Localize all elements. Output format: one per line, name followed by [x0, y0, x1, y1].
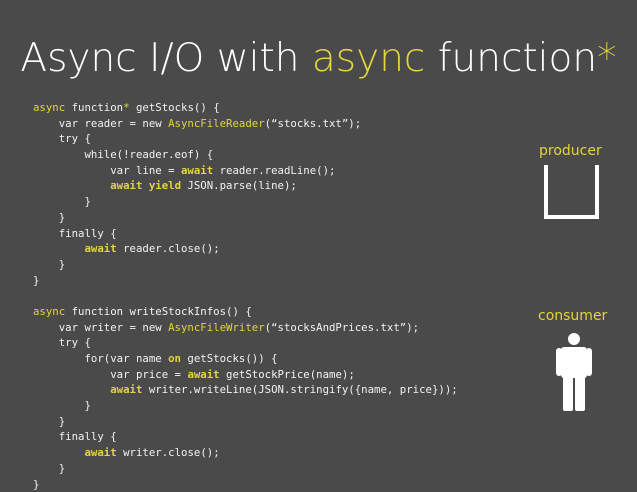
code-keyword: AsyncFileReader [168, 117, 265, 130]
code-keyword: await [84, 446, 116, 459]
code-text [33, 242, 84, 255]
code-text: reader.readLine(); [213, 164, 335, 177]
code-text: var reader = new [33, 117, 168, 130]
code-keyword: await yield [110, 179, 181, 192]
code-keyword: await [181, 164, 213, 177]
person-icon [556, 333, 592, 411]
code-keyword: await [84, 242, 116, 255]
code-line [33, 288, 458, 304]
code-line: } [33, 257, 458, 273]
code-text: getStocks()) { [181, 352, 278, 365]
code-text: getStocks() { [130, 101, 220, 114]
code-text: writer.close(); [117, 446, 220, 459]
code-keyword: async [33, 305, 65, 318]
code-line: var price = await getStockPrice(name); [33, 367, 458, 383]
code-line: } [33, 273, 458, 289]
code-text: reader.close(); [117, 242, 220, 255]
code-text: } [33, 195, 91, 208]
code-keyword: await [187, 368, 219, 381]
code-line: while(!reader.eof) { [33, 147, 458, 163]
code-line: await writer.close(); [33, 445, 458, 461]
title-part1: Async I/O with [20, 36, 312, 81]
code-text: for(var name [33, 352, 168, 365]
producer-label: producer [539, 143, 602, 159]
code-text: } [33, 211, 65, 224]
code-line: async function* getStocks() { [33, 100, 458, 116]
code-text: } [33, 415, 65, 428]
title-part2: function [425, 36, 597, 81]
code-text: var line = [33, 164, 181, 177]
code-line: } [33, 414, 458, 430]
code-text: (“stocksAndPrices.txt”); [265, 321, 419, 334]
code-text: try { [33, 336, 91, 349]
title-star: * [597, 36, 617, 81]
code-line: try { [33, 131, 458, 147]
code-text: function [65, 101, 123, 114]
code-text: try { [33, 132, 91, 145]
code-text: (“stocks.txt”); [265, 117, 362, 130]
code-keyword: on [168, 352, 181, 365]
code-text: finally { [33, 227, 117, 240]
code-keyword: async [33, 101, 65, 114]
code-text [33, 446, 84, 459]
code-text: var price = [33, 368, 187, 381]
code-line: var reader = new AsyncFileReader(“stocks… [33, 116, 458, 132]
code-text: function writeStockInfos() { [65, 305, 252, 318]
code-line: finally { [33, 429, 458, 445]
code-line: finally { [33, 226, 458, 242]
code-text: } [33, 462, 65, 475]
consumer-label: consumer [538, 308, 607, 324]
code-line: await yield JSON.parse(line); [33, 178, 458, 194]
title-highlight: async [312, 36, 425, 81]
code-text: var writer = new [33, 321, 168, 334]
code-line: try { [33, 335, 458, 351]
code-text: } [33, 478, 39, 491]
code-text [33, 383, 110, 396]
code-keyword: await [110, 383, 142, 396]
code-line: } [33, 461, 458, 477]
code-text: finally { [33, 430, 117, 443]
code-line: } [33, 477, 458, 492]
code-line: await reader.close(); [33, 241, 458, 257]
code-line: var writer = new AsyncFileWriter(“stocks… [33, 320, 458, 336]
code-text: JSON.parse(line); [181, 179, 297, 192]
code-text: } [33, 399, 91, 412]
code-line: for(var name on getStocks()) { [33, 351, 458, 367]
code-keyword: AsyncFileWriter [168, 321, 265, 334]
code-text: getStockPrice(name); [220, 368, 355, 381]
code-line: async function writeStockInfos() { [33, 304, 458, 320]
empty-container-icon [544, 165, 599, 219]
code-text [33, 179, 110, 192]
code-block: async function* getStocks() { var reader… [33, 100, 458, 492]
code-line: } [33, 210, 458, 226]
code-line: } [33, 194, 458, 210]
slide-title: Async I/O with async function* [0, 36, 637, 81]
code-text: } [33, 258, 65, 271]
code-text: writer.writeLine(JSON.stringify({name, p… [142, 383, 457, 396]
code-line: } [33, 398, 458, 414]
code-line: await writer.writeLine(JSON.stringify({n… [33, 382, 458, 398]
code-text: } [33, 274, 39, 287]
code-line: var line = await reader.readLine(); [33, 163, 458, 179]
code-text: while(!reader.eof) { [33, 148, 213, 161]
